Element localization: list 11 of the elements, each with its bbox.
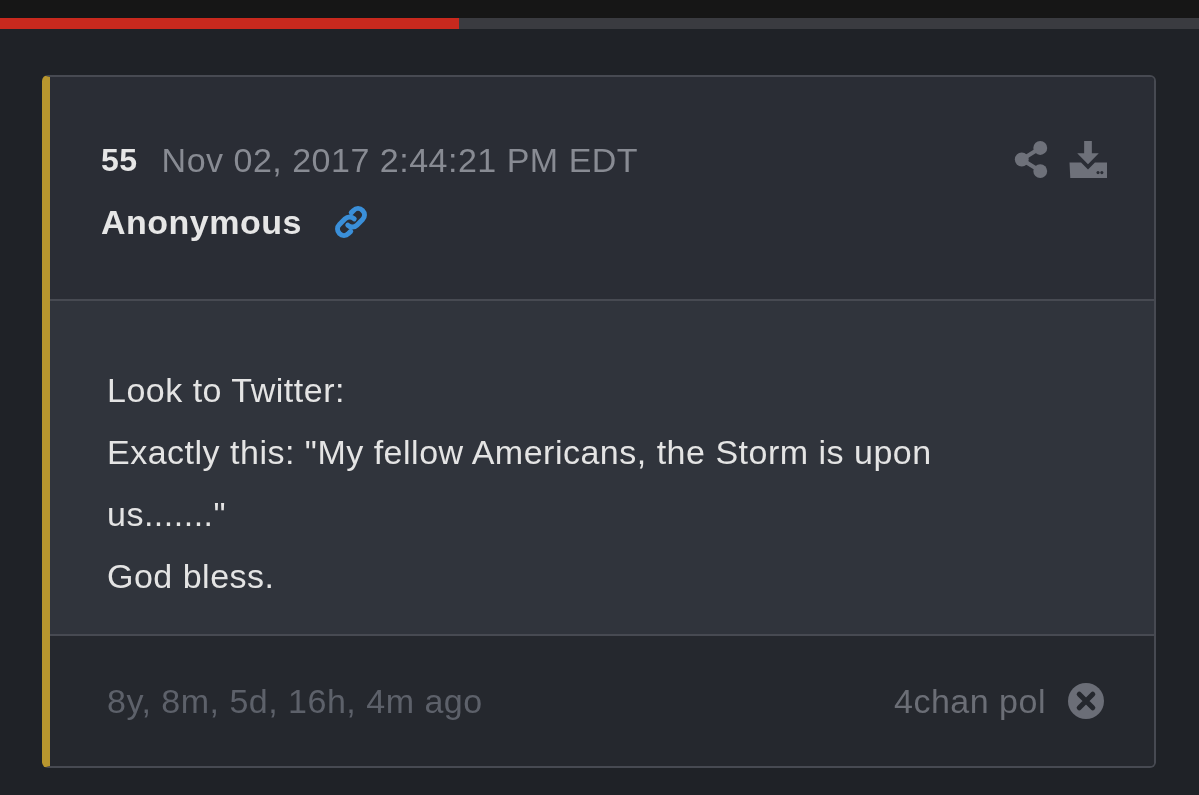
share-icon[interactable] <box>1014 141 1048 178</box>
post-age: 8y, 8m, 5d, 16h, 4m ago <box>107 680 483 722</box>
post-timestamp: Nov 02, 2017 2:44:21 PM EDT <box>161 139 639 181</box>
body-text-line: Look to Twitter: <box>107 370 346 411</box>
download-icon[interactable] <box>1069 141 1107 178</box>
body-text-line: Exactly this: "My fellow Americans, the Storm is upon us......." <box>107 432 933 535</box>
body-text-line: God bless. <box>107 556 276 597</box>
author-name: Anonymous <box>101 201 302 243</box>
close-icon[interactable] <box>1068 683 1104 719</box>
post-number: 55 <box>101 141 138 180</box>
post-source: 4chan pol <box>894 680 1046 722</box>
